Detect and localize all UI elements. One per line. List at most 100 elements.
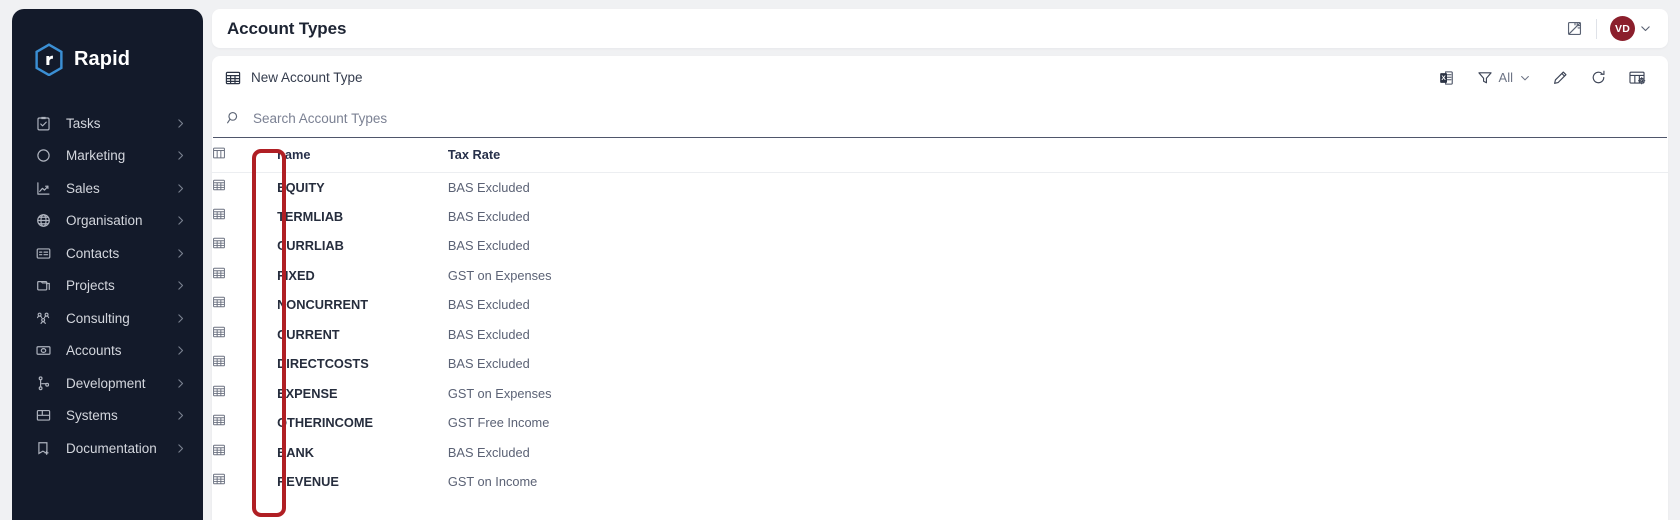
account-types-table: name Tax Rate EQUITY BAS Excluded TERMLI… bbox=[212, 138, 1668, 497]
table-grid-icon bbox=[225, 70, 241, 86]
table-grid-icon[interactable] bbox=[212, 207, 226, 221]
folders-icon bbox=[34, 276, 53, 295]
sidebar-item-label: Tasks bbox=[66, 115, 101, 131]
chevron-right-icon bbox=[174, 247, 187, 260]
sidebar-item-marketing[interactable]: Marketing bbox=[12, 140, 203, 173]
sidebar-item-label: Projects bbox=[66, 278, 115, 294]
sidebar-item-label: Documentation bbox=[66, 440, 157, 456]
filter-control[interactable]: All bbox=[1477, 70, 1531, 86]
excel-export-icon[interactable]: X bbox=[1438, 69, 1456, 87]
table-row[interactable]: CURRENT BAS Excluded bbox=[212, 320, 1668, 350]
header-actions: VD bbox=[1566, 16, 1652, 41]
refresh-circular-icon[interactable] bbox=[1590, 69, 1607, 86]
sidebar-item-documentation[interactable]: Documentation bbox=[12, 432, 203, 465]
table-grid-icon[interactable] bbox=[212, 146, 226, 160]
new-account-type-button[interactable]: New Account Type bbox=[225, 70, 363, 86]
header-cell-name[interactable]: name bbox=[277, 138, 448, 173]
row-icon-cell[interactable] bbox=[212, 320, 277, 350]
table-row[interactable]: BANK BAS Excluded bbox=[212, 438, 1668, 468]
user-menu[interactable]: VD bbox=[1610, 16, 1652, 41]
sidebar-nav: Tasks Marketing Sales Organisation Conta… bbox=[12, 107, 203, 465]
sidebar-item-contacts[interactable]: Contacts bbox=[12, 237, 203, 270]
table-row[interactable]: EQUITY BAS Excluded bbox=[212, 172, 1668, 202]
globe-icon bbox=[34, 211, 53, 230]
sidebar-item-accounts[interactable]: Accounts bbox=[12, 335, 203, 368]
sidebar-item-organisation[interactable]: Organisation bbox=[12, 205, 203, 238]
row-icon-cell[interactable] bbox=[212, 438, 277, 468]
table-row[interactable]: EXPENSE GST on Expenses bbox=[212, 379, 1668, 409]
table-row[interactable]: DIRECTCOSTS BAS Excluded bbox=[212, 349, 1668, 379]
table-row[interactable]: OTHERINCOME GST Free Income bbox=[212, 408, 1668, 438]
sidebar-item-label: Consulting bbox=[66, 310, 130, 326]
table-header-row: name Tax Rate bbox=[212, 138, 1668, 173]
pencil-edit-icon[interactable] bbox=[1552, 69, 1569, 86]
table-row[interactable]: TERMLIAB BAS Excluded bbox=[212, 202, 1668, 232]
chevron-right-icon bbox=[174, 117, 187, 130]
rapid-hexagon-logo-icon bbox=[34, 42, 64, 77]
chevron-down-icon[interactable] bbox=[1639, 22, 1652, 35]
avatar: VD bbox=[1610, 16, 1635, 41]
sidebar: Rapid Tasks Marketing Sales Organisation… bbox=[12, 9, 203, 520]
search-input[interactable] bbox=[253, 110, 1654, 126]
row-icon-cell[interactable] bbox=[212, 379, 277, 409]
table-row[interactable]: CURRLIAB BAS Excluded bbox=[212, 231, 1668, 261]
toolbar-actions: X All bbox=[1438, 69, 1646, 87]
table-grid-icon[interactable] bbox=[212, 413, 226, 427]
table-grid-icon[interactable] bbox=[212, 236, 226, 250]
header-cell-icon bbox=[212, 138, 278, 173]
sidebar-item-label: Contacts bbox=[66, 245, 120, 261]
table-settings-icon[interactable] bbox=[1628, 69, 1646, 87]
table-grid-icon[interactable] bbox=[212, 325, 226, 339]
chevron-down-icon bbox=[1519, 72, 1531, 84]
table-grid-icon[interactable] bbox=[212, 178, 226, 192]
table-grid-icon[interactable] bbox=[212, 384, 226, 398]
brand-name: Rapid bbox=[74, 48, 131, 70]
ruler-diagonal-icon[interactable] bbox=[1566, 20, 1583, 37]
trend-up-chart-icon bbox=[34, 179, 53, 198]
cell-name: REVENUE bbox=[277, 474, 339, 490]
row-icon-cell[interactable] bbox=[212, 172, 277, 202]
chevron-right-icon bbox=[174, 344, 187, 357]
sidebar-item-consulting[interactable]: Consulting bbox=[12, 302, 203, 335]
sidebar-item-development[interactable]: Development bbox=[12, 367, 203, 400]
magnifier-search-icon bbox=[226, 110, 242, 126]
row-icon-cell[interactable] bbox=[212, 231, 277, 261]
sidebar-item-tasks[interactable]: Tasks bbox=[12, 107, 203, 140]
content-card: New Account Type X All Search Account Ty… bbox=[212, 56, 1668, 520]
cell-tax-rate: BAS Excluded bbox=[447, 326, 530, 342]
cell-tax-rate: BAS Excluded bbox=[447, 238, 530, 254]
cell-name: CURRENT bbox=[277, 326, 340, 342]
table-grid-icon[interactable] bbox=[212, 443, 226, 457]
table-row[interactable]: FIXED GST on Expenses bbox=[212, 261, 1668, 291]
cell-tax-rate: BAS Excluded bbox=[447, 179, 530, 195]
row-icon-cell[interactable] bbox=[212, 467, 277, 497]
cell-name: BANK bbox=[277, 444, 315, 460]
people-group-icon bbox=[34, 309, 53, 328]
row-icon-cell[interactable] bbox=[212, 408, 277, 438]
page-header: Account Types VD bbox=[212, 9, 1668, 48]
cell-name: DIRECTCOSTS bbox=[277, 356, 369, 372]
cell-tax-rate: BAS Excluded bbox=[447, 297, 530, 313]
row-icon-cell[interactable] bbox=[212, 261, 277, 291]
row-icon-cell[interactable] bbox=[212, 290, 277, 320]
table-row[interactable]: REVENUE GST on Income bbox=[212, 467, 1668, 497]
brand[interactable]: Rapid bbox=[12, 9, 203, 81]
table-grid-icon[interactable] bbox=[212, 354, 226, 368]
sidebar-item-label: Sales bbox=[66, 180, 100, 196]
table-grid-icon[interactable] bbox=[212, 266, 226, 280]
sidebar-item-sales[interactable]: Sales bbox=[12, 172, 203, 205]
app-root: Rapid Tasks Marketing Sales Organisation… bbox=[0, 0, 1680, 520]
table-row[interactable]: NONCURRENT BAS Excluded bbox=[212, 290, 1668, 320]
row-icon-cell[interactable] bbox=[212, 349, 277, 379]
header-cell-tax-rate[interactable]: Tax Rate bbox=[447, 138, 1668, 173]
table-body: EQUITY BAS Excluded TERMLIAB BAS Exclude… bbox=[212, 172, 1668, 497]
row-icon-cell[interactable] bbox=[212, 202, 277, 232]
sidebar-item-systems[interactable]: Systems bbox=[12, 400, 203, 433]
desktop-layout-icon bbox=[34, 406, 53, 425]
table-grid-icon[interactable] bbox=[212, 472, 226, 486]
table-grid-icon[interactable] bbox=[212, 295, 226, 309]
cell-tax-rate: GST on Income bbox=[447, 474, 538, 490]
chevron-right-icon bbox=[174, 279, 187, 292]
chevron-right-icon bbox=[174, 377, 187, 390]
sidebar-item-projects[interactable]: Projects bbox=[12, 270, 203, 303]
